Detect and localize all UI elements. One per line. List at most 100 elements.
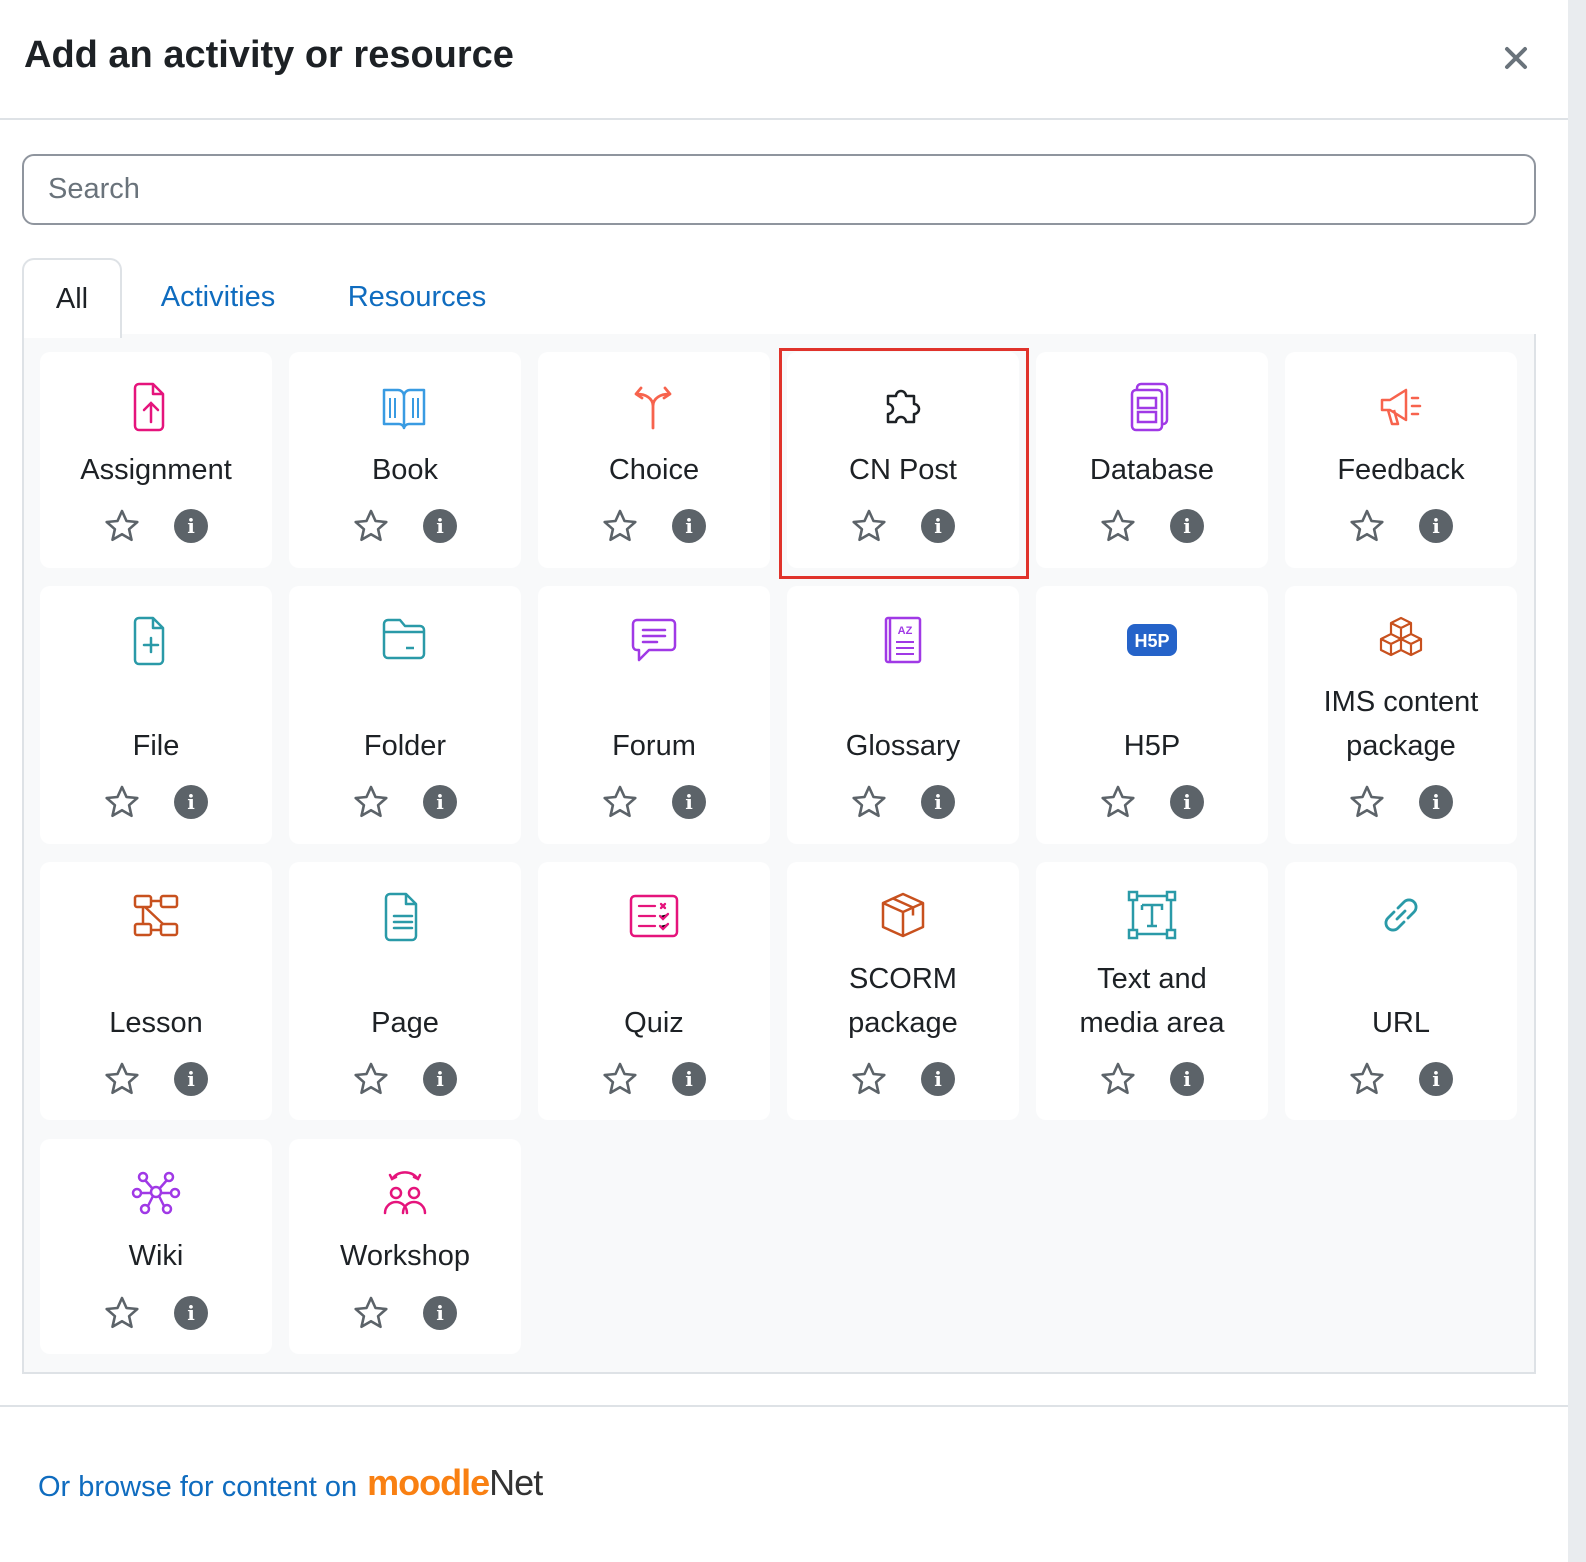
activity-card-url[interactable]: URL i (1285, 862, 1517, 1120)
activity-card-database[interactable]: Database i (1036, 352, 1268, 568)
svg-text:H5P: H5P (1134, 631, 1169, 651)
info-icon[interactable]: i (174, 785, 208, 819)
star-icon[interactable] (1100, 508, 1136, 544)
glossary-book-icon: AZ (878, 612, 928, 668)
activity-card-h5p[interactable]: H5P H5P i (1036, 586, 1268, 844)
activity-card-workshop[interactable]: Workshop i (289, 1139, 521, 1354)
star-icon[interactable] (851, 1061, 887, 1097)
star-icon[interactable] (1100, 1061, 1136, 1097)
moodlenet-link[interactable]: Or browse for content on moodle Net (38, 1462, 543, 1512)
wiki-network-icon (131, 1165, 181, 1221)
tab-activities[interactable]: Activities (140, 258, 296, 336)
activity-card-forum[interactable]: Forum i (538, 586, 770, 844)
info-icon[interactable]: i (1170, 509, 1204, 543)
info-icon[interactable]: i (672, 785, 706, 819)
search-input[interactable] (22, 154, 1536, 225)
close-button[interactable] (1498, 40, 1534, 76)
tab-resources[interactable]: Resources (328, 258, 506, 336)
info-icon[interactable]: i (921, 1062, 955, 1096)
puzzle-piece-icon (878, 378, 928, 434)
activity-card-assignment[interactable]: Assignment i (40, 352, 272, 568)
workshop-people-icon (380, 1165, 430, 1221)
star-icon[interactable] (104, 508, 140, 544)
star-icon[interactable] (353, 784, 389, 820)
info-icon[interactable]: i (423, 785, 457, 819)
close-icon (1505, 47, 1527, 69)
activity-label: URL (1371, 1007, 1430, 1039)
info-icon[interactable]: i (921, 785, 955, 819)
activity-card-ims-content-package[interactable]: IMS content package i (1285, 586, 1517, 844)
tab-bar: All Activities Resources (22, 258, 1536, 338)
page-edge (1568, 0, 1586, 1562)
modal-title: Add an activity or resource (24, 34, 514, 76)
star-icon[interactable] (104, 1295, 140, 1331)
info-icon[interactable]: i (423, 509, 457, 543)
info-icon[interactable]: i (174, 509, 208, 543)
info-icon[interactable]: i (1419, 1062, 1453, 1096)
info-icon[interactable]: i (174, 1296, 208, 1330)
activity-label: Text and media area (1079, 963, 1225, 1039)
activity-label: Lesson (109, 1007, 203, 1039)
activity-label: Choice (608, 454, 700, 486)
lesson-flow-icon (131, 888, 181, 944)
activity-card-scorm-package[interactable]: SCORM package i (787, 862, 1019, 1120)
link-icon (1376, 888, 1426, 944)
activity-card-folder[interactable]: Folder i (289, 586, 521, 844)
info-icon[interactable]: i (672, 509, 706, 543)
star-icon[interactable] (1349, 508, 1385, 544)
activity-card-cn-post[interactable]: CN Post i (787, 352, 1019, 568)
activity-card-book[interactable]: Book i (289, 352, 521, 568)
logo-net: Net (489, 1462, 543, 1503)
activity-card-quiz[interactable]: Quiz i (538, 862, 770, 1120)
info-icon[interactable]: i (1419, 785, 1453, 819)
box-icon (878, 888, 928, 944)
activity-label: Feedback (1337, 454, 1465, 486)
svg-text:AZ: AZ (898, 625, 913, 637)
moodlenet-logo: moodle Net (367, 1462, 543, 1504)
info-icon[interactable]: i (423, 1296, 457, 1330)
info-icon[interactable]: i (672, 1062, 706, 1096)
info-icon[interactable]: i (1419, 509, 1453, 543)
info-icon[interactable]: i (921, 509, 955, 543)
star-icon[interactable] (1349, 784, 1385, 820)
activity-label: Quiz (624, 1007, 684, 1039)
activity-card-feedback[interactable]: Feedback i (1285, 352, 1517, 568)
star-icon[interactable] (1100, 784, 1136, 820)
activity-label: Forum (612, 730, 696, 762)
star-icon[interactable] (851, 508, 887, 544)
star-icon[interactable] (104, 784, 140, 820)
cubes-icon (1376, 612, 1426, 668)
footer-divider (0, 1405, 1568, 1407)
star-icon[interactable] (602, 508, 638, 544)
star-icon[interactable] (353, 1061, 389, 1097)
activity-card-page[interactable]: Page i (289, 862, 521, 1120)
info-icon[interactable]: i (1170, 785, 1204, 819)
activity-label: H5P (1123, 730, 1181, 762)
star-icon[interactable] (602, 1061, 638, 1097)
star-icon[interactable] (104, 1061, 140, 1097)
info-icon[interactable]: i (423, 1062, 457, 1096)
database-icon (1127, 378, 1177, 434)
modal-header: Add an activity or resource (0, 0, 1568, 120)
activity-card-lesson[interactable]: Lesson i (40, 862, 272, 1120)
activity-card-text-and-media-area[interactable]: Text and media area i (1036, 862, 1268, 1120)
activity-label: IMS content package (1323, 686, 1479, 762)
book-icon (380, 378, 430, 434)
activity-card-file[interactable]: File i (40, 586, 272, 844)
page-icon (380, 888, 430, 944)
info-icon[interactable]: i (1170, 1062, 1204, 1096)
activity-label: Page (371, 1007, 439, 1039)
star-icon[interactable] (353, 508, 389, 544)
activity-card-wiki[interactable]: Wiki i (40, 1139, 272, 1354)
star-icon[interactable] (1349, 1061, 1385, 1097)
activity-card-glossary[interactable]: AZ Glossary i (787, 586, 1019, 844)
star-icon[interactable] (602, 784, 638, 820)
h5p-icon: H5P (1127, 612, 1177, 668)
activity-label: Assignment (80, 454, 232, 486)
tab-all[interactable]: All (22, 258, 122, 338)
info-icon[interactable]: i (174, 1062, 208, 1096)
activity-label: Database (1089, 454, 1215, 486)
activity-card-choice[interactable]: Choice i (538, 352, 770, 568)
star-icon[interactable] (353, 1295, 389, 1331)
star-icon[interactable] (851, 784, 887, 820)
